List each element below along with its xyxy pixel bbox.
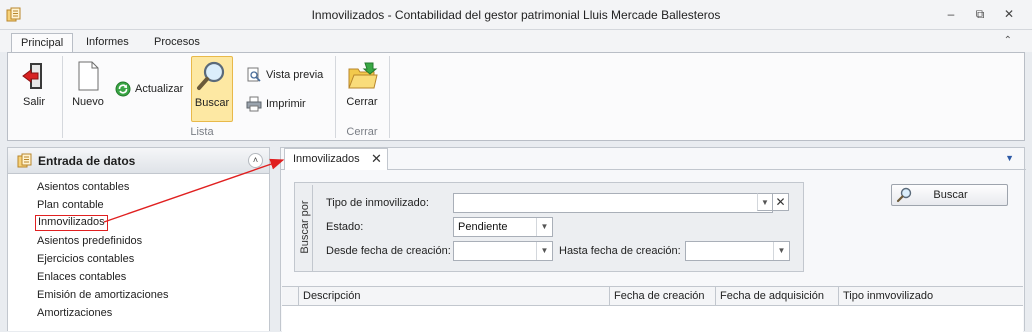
- tab-principal[interactable]: Principal: [11, 33, 74, 53]
- buscar-button[interactable]: Buscar: [891, 184, 1008, 206]
- tab-inmovilizados[interactable]: Inmovilizados ✕: [284, 148, 388, 170]
- refresh-icon: [115, 81, 131, 97]
- tab-list-dropdown-icon[interactable]: ▼: [1005, 153, 1014, 163]
- ribbon-panel: Salir Nuevo Actualizar Buscar Vista prev…: [7, 52, 1025, 141]
- group-label-cerrar: Cerrar: [346, 126, 378, 138]
- nav-item-plan-contable[interactable]: Plan contable: [35, 197, 106, 213]
- estado-select[interactable]: Pendiente ▼: [453, 217, 553, 237]
- ribbon-tabs: Principal Informes Procesos: [0, 30, 1032, 53]
- buscar-ribbon-label: Buscar: [194, 97, 230, 109]
- nav-item-amortizaciones[interactable]: Amortizaciones: [35, 305, 114, 321]
- grid-indicator-header: [282, 287, 298, 306]
- tipo-dropdown-arrow[interactable]: ▼: [757, 193, 773, 211]
- cerrar-label: Cerrar: [346, 96, 378, 108]
- chevron-up-icon[interactable]: ˄: [248, 153, 263, 168]
- estado-dropdown-arrow[interactable]: ▼: [536, 218, 552, 236]
- group-separator: [389, 56, 390, 138]
- tab-inmovilizados-label: Inmovilizados: [293, 153, 360, 165]
- nav-item-asientos-contables[interactable]: Asientos contables: [35, 179, 131, 195]
- estado-label: Estado:: [326, 221, 364, 233]
- actualizar-button[interactable]: Actualizar: [115, 80, 183, 98]
- estado-value: Pendiente: [458, 221, 508, 233]
- nav-item-emision-amortizaciones[interactable]: Emisión de amortizaciones: [35, 287, 170, 303]
- panel-header[interactable]: Entrada de datos ˄: [8, 148, 269, 174]
- actualizar-label: Actualizar: [135, 83, 184, 95]
- folder-icon: [348, 62, 378, 89]
- collapse-ribbon-icon[interactable]: ⌃: [1004, 35, 1012, 46]
- column-header-tipo[interactable]: Tipo inmvovilizado: [838, 287, 1023, 306]
- search-panel: Buscar por Tipo de inmovilizado: ▼ ✕ Est…: [294, 182, 804, 272]
- column-header-descripcion[interactable]: Descripción: [298, 287, 609, 306]
- printer-icon: [246, 96, 262, 112]
- imprimir-button[interactable]: Imprimir: [246, 95, 306, 113]
- nav-item-ejercicios-contables[interactable]: Ejercicios contables: [35, 251, 136, 267]
- window-title: Inmovilizados - Contabilidad del gestor …: [311, 8, 721, 22]
- desde-fecha-label: Desde fecha de creación:: [326, 245, 451, 257]
- magnifier-icon: [197, 61, 225, 90]
- close-window-button[interactable]: ✕: [1000, 6, 1018, 22]
- restore-button[interactable]: ⧉: [971, 6, 989, 22]
- salir-button[interactable]: Salir: [16, 58, 52, 108]
- nuevo-button[interactable]: Nuevo: [70, 58, 106, 108]
- results-grid[interactable]: Descripción Fecha de creación Fecha de a…: [282, 286, 1023, 332]
- vista-previa-button[interactable]: Vista previa: [246, 66, 323, 84]
- close-tab-icon[interactable]: ✕: [371, 151, 382, 167]
- salir-label: Salir: [22, 96, 45, 108]
- desde-fecha-dropdown-arrow[interactable]: ▼: [536, 242, 552, 260]
- imprimir-label: Imprimir: [266, 98, 306, 110]
- desde-fecha-input[interactable]: ▼: [453, 241, 553, 261]
- tipo-label: Tipo de inmovilizado:: [326, 197, 429, 209]
- group-separator: [62, 56, 63, 138]
- new-document-icon: [78, 61, 99, 91]
- tab-strip-line: [281, 169, 1026, 170]
- hasta-fecha-label: Hasta fecha de creación:: [559, 245, 681, 257]
- exit-icon: [22, 63, 42, 89]
- buscar-por-text: Buscar por: [299, 200, 311, 254]
- group-label-lista: Lista: [190, 126, 214, 138]
- document-stack-icon: [17, 153, 32, 168]
- nuevo-label: Nuevo: [72, 96, 104, 108]
- tipo-inmovilizado-combo[interactable]: [453, 193, 773, 213]
- tab-procesos[interactable]: Procesos: [145, 33, 209, 53]
- vista-previa-label: Vista previa: [266, 69, 324, 81]
- tipo-clear-icon[interactable]: ✕: [773, 193, 789, 211]
- buscar-por-label: Buscar por: [297, 185, 313, 271]
- cerrar-button[interactable]: Cerrar: [342, 58, 382, 108]
- buscar-button-label: Buscar: [933, 189, 968, 201]
- column-header-fecha-creacion[interactable]: Fecha de creación: [609, 287, 715, 306]
- minimize-button[interactable]: –: [942, 6, 960, 22]
- document-area: Inmovilizados ✕ ▼ Buscar por Tipo de inm…: [280, 147, 1026, 332]
- hasta-fecha-input[interactable]: ▼: [685, 241, 790, 261]
- nav-item-asientos-predefinidos[interactable]: Asientos predefinidos: [35, 233, 144, 249]
- entrada-datos-panel: Entrada de datos ˄ Asientos contables Pl…: [7, 147, 270, 331]
- preview-icon: [247, 67, 261, 82]
- buscar-ribbon-button[interactable]: Buscar: [191, 56, 233, 122]
- grid-header: Descripción Fecha de creación Fecha de a…: [282, 287, 1023, 306]
- nav-item-inmovilizados[interactable]: Inmovilizados: [35, 215, 108, 231]
- panel-title: Entrada de datos: [38, 154, 136, 168]
- nav-item-enlaces-contables[interactable]: Enlaces contables: [35, 269, 128, 285]
- hasta-fecha-dropdown-arrow[interactable]: ▼: [773, 242, 789, 260]
- title-bar: Inmovilizados - Contabilidad del gestor …: [0, 0, 1032, 30]
- column-header-fecha-adquisicion[interactable]: Fecha de adquisición: [715, 287, 838, 306]
- tab-informes[interactable]: Informes: [77, 33, 138, 53]
